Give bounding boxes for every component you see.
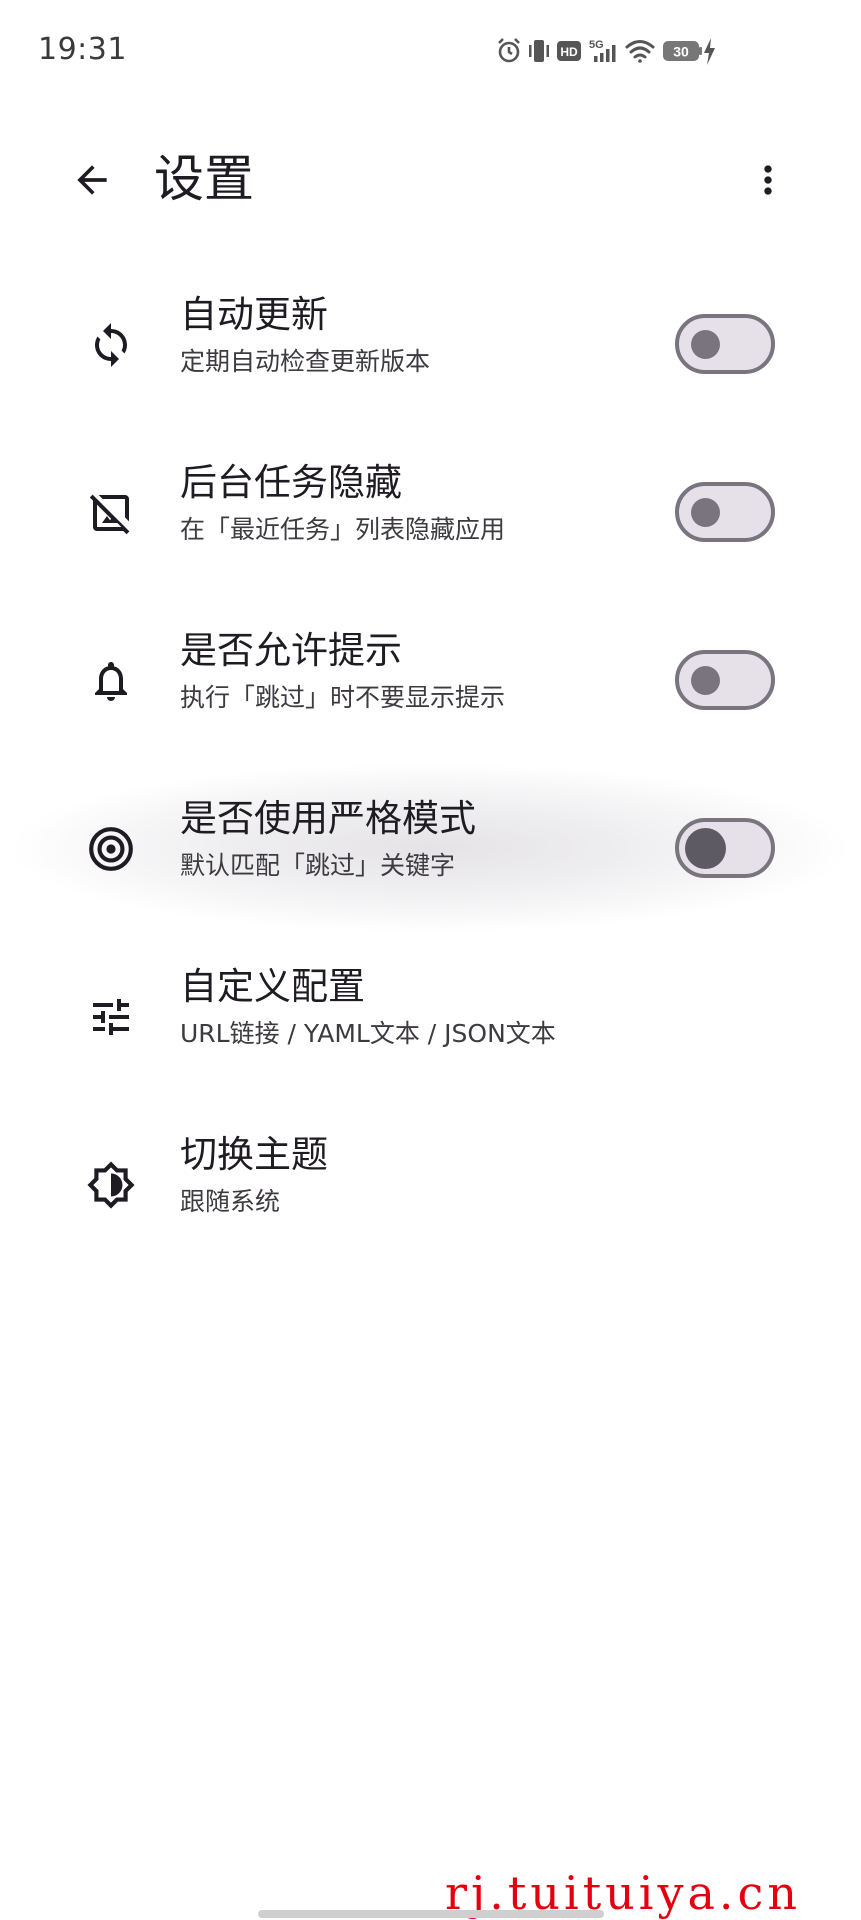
gesture-navigation-bar[interactable] — [258, 1910, 604, 1918]
setting-title: 切换主题 — [180, 1133, 328, 1176]
tune-icon — [84, 990, 138, 1044]
hide-image-icon — [84, 486, 138, 540]
more-vert-icon — [764, 165, 772, 195]
hide-recents-switch[interactable] — [675, 482, 775, 542]
setting-text: 是否允许提示 执行「跳过」时不要显示提示 — [180, 626, 650, 716]
switch-thumb — [691, 666, 720, 695]
setting-text: 自动更新 定期自动检查更新版本 — [180, 290, 650, 380]
svg-text:5G: 5G — [589, 39, 604, 51]
svg-text:30: 30 — [673, 44, 689, 60]
setting-subtitle: URL链接 / YAML文本 / JSON文本 — [180, 1019, 556, 1048]
setting-subtitle: 执行「跳过」时不要显示提示 — [180, 683, 506, 712]
more-options-button[interactable] — [740, 150, 796, 210]
sync-icon — [84, 318, 138, 372]
bell-icon — [84, 654, 138, 708]
setting-subtitle: 默认匹配「跳过」关键字 — [180, 851, 456, 880]
setting-text: 切换主题 跟随系统 — [180, 1130, 650, 1220]
setting-text: 后台任务隐藏 在「最近任务」列表隐藏应用 — [180, 458, 650, 548]
arrow-back-icon — [77, 165, 107, 195]
strict-mode-switch[interactable] — [675, 818, 775, 878]
back-button[interactable] — [64, 152, 120, 208]
setting-title: 自动更新 — [180, 293, 328, 336]
page-title: 设置 — [154, 150, 254, 208]
setting-subtitle: 跟随系统 — [180, 1187, 281, 1216]
status-bar: 19:31 HD 5G 30 — [0, 0, 861, 100]
setting-custom-config[interactable]: 自定义配置 URL链接 / YAML文本 / JSON文本 — [0, 932, 861, 1100]
switch-thumb — [691, 330, 720, 359]
switch-thumb — [685, 828, 726, 869]
setting-subtitle: 定期自动检查更新版本 — [180, 347, 431, 376]
setting-subtitle: 在「最近任务」列表隐藏应用 — [180, 515, 506, 544]
status-time: 19:31 — [38, 32, 127, 67]
setting-title: 自定义配置 — [180, 965, 365, 1008]
charging-icon — [704, 38, 715, 65]
target-icon — [84, 822, 138, 876]
battery-icon: 30 — [663, 41, 702, 61]
alarm-icon — [498, 38, 520, 63]
app-bar: 设置 — [0, 120, 861, 240]
setting-theme[interactable]: 切换主题 跟随系统 — [0, 1100, 861, 1268]
setting-allow-toast[interactable]: 是否允许提示 执行「跳过」时不要显示提示 — [0, 596, 861, 764]
auto-update-switch[interactable] — [675, 314, 775, 374]
setting-auto-update[interactable]: 自动更新 定期自动检查更新版本 — [0, 260, 861, 428]
setting-text: 自定义配置 URL链接 / YAML文本 / JSON文本 — [180, 962, 650, 1052]
brightness-auto-icon — [84, 1158, 138, 1212]
allow-toast-switch[interactable] — [675, 650, 775, 710]
settings-list: 自动更新 定期自动检查更新版本 后台任务隐藏 在「最近任务」列表隐藏应用 是否允… — [0, 260, 861, 1268]
svg-text:HD: HD — [560, 45, 578, 59]
setting-text: 是否使用严格模式 默认匹配「跳过」关键字 — [180, 794, 650, 884]
wifi-icon — [625, 40, 655, 63]
status-icons: HD 5G 30 — [495, 34, 755, 68]
setting-title: 后台任务隐藏 — [180, 461, 402, 504]
setting-title: 是否使用严格模式 — [180, 797, 476, 840]
vibrate-icon — [529, 40, 549, 62]
signal-5g-icon: 5G — [589, 39, 616, 62]
setting-hide-recents[interactable]: 后台任务隐藏 在「最近任务」列表隐藏应用 — [0, 428, 861, 596]
setting-title: 是否允许提示 — [180, 629, 402, 672]
setting-strict-mode[interactable]: 是否使用严格模式 默认匹配「跳过」关键字 — [0, 764, 861, 932]
hd-icon: HD — [557, 41, 581, 61]
switch-thumb — [691, 498, 720, 527]
